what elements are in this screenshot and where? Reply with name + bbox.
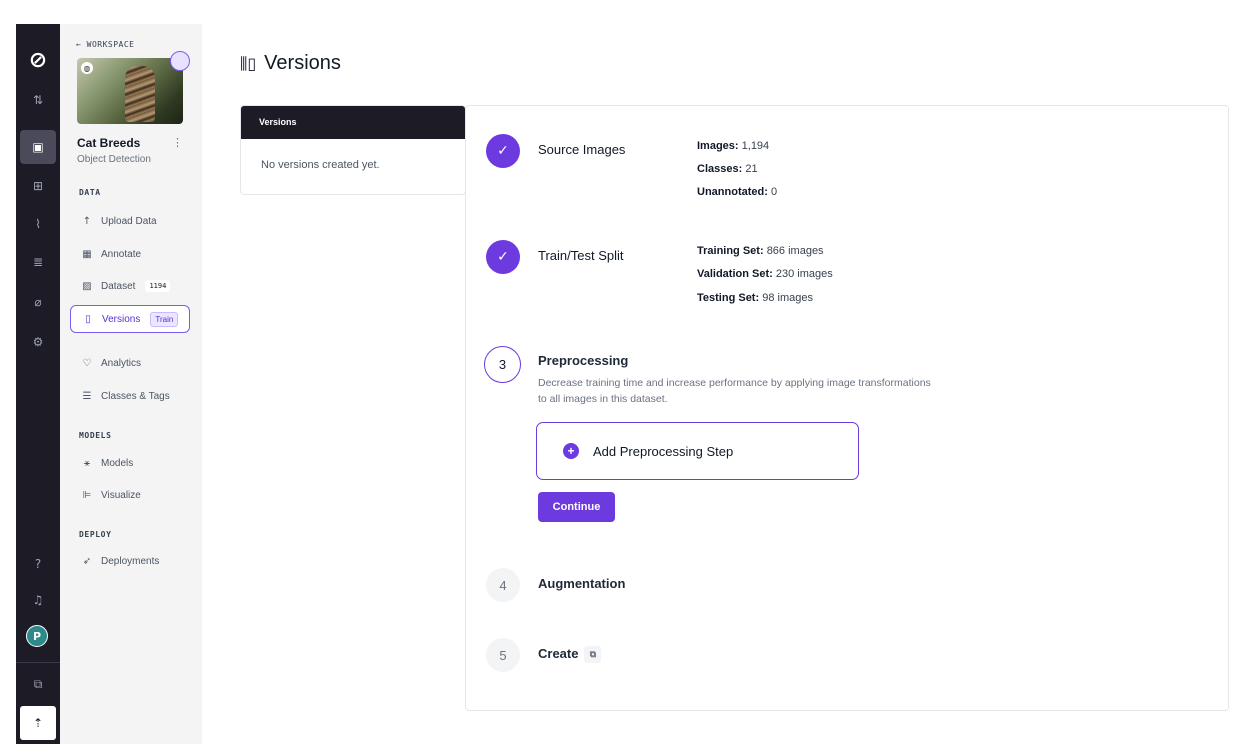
analytics-icon: ♡: [82, 357, 92, 369]
step-number-4: 4: [486, 568, 520, 602]
section-deploy: DEPLOY: [79, 530, 112, 539]
add-preprocessing-step-button[interactable]: + Add Preprocessing Step: [536, 422, 859, 480]
deployments-rail-icon[interactable]: ≣: [16, 248, 60, 276]
section-models: MODELS: [79, 431, 112, 440]
sidebar-item-classes[interactable]: ☰ Classes & Tags: [70, 382, 190, 410]
plus-icon: +: [563, 443, 579, 459]
continue-button[interactable]: Continue: [538, 492, 615, 522]
sort-icon[interactable]: ⇅: [16, 86, 60, 114]
sidebar-item-label: Annotate: [101, 248, 142, 260]
notifications-icon[interactable]: ♫: [16, 586, 60, 614]
versions-panel-header: Versions: [241, 106, 465, 139]
project-thumbnail[interactable]: ◍: [77, 58, 183, 124]
images-stat: Images: 1,194: [697, 140, 770, 152]
sidebar-item-label: Models: [101, 457, 134, 469]
step-create-title: Create ⧉: [538, 646, 602, 664]
models-icon: ⚹: [84, 457, 90, 469]
project-menu-icon[interactable]: ⋮: [172, 136, 183, 149]
projects-icon[interactable]: ▣: [20, 130, 56, 164]
workflows-icon[interactable]: ⊞: [16, 172, 60, 200]
sidebar-item-label: Visualize: [101, 489, 141, 501]
sidebar-item-visualize[interactable]: ⊫ Visualize: [70, 481, 190, 509]
monitoring-icon[interactable]: ⌇: [16, 210, 60, 238]
classes-stat: Classes: 21: [697, 163, 758, 175]
help-icon[interactable]: ?: [16, 550, 60, 578]
sidebar-item-label: Deployments: [101, 555, 160, 567]
page-title-text: Versions: [264, 52, 341, 74]
train-badge: Train: [150, 311, 179, 327]
dataset-count-badge: 1194: [145, 280, 171, 292]
step-complete-check-icon: ✓: [486, 134, 520, 168]
project-type: Object Detection: [77, 154, 151, 165]
step-number-3: 3: [484, 346, 521, 383]
sidebar-item-models[interactable]: ⚹ Models: [70, 449, 190, 477]
roboflow-logo-icon[interactable]: ⊘: [16, 46, 60, 74]
versions-empty-message: No versions created yet.: [261, 159, 380, 171]
sidebar-item-versions[interactable]: ▯ Versions Train: [70, 305, 190, 333]
list-icon: ☰: [82, 390, 92, 402]
progress-circle-icon: [170, 51, 190, 71]
workspace-back-link[interactable]: ← WORKSPACE: [76, 40, 134, 49]
page-title: ⫼▯ Versions: [240, 52, 341, 75]
versions-icon: ▯: [85, 313, 91, 325]
avatar[interactable]: P: [26, 625, 48, 647]
sidebar-item-label: Dataset: [101, 280, 136, 292]
universe-icon[interactable]: ⌀: [16, 288, 60, 316]
versions-title-icon: ⫼▯: [240, 53, 257, 73]
image-icon: ▨: [82, 280, 92, 292]
step-number-5: 5: [486, 638, 520, 672]
project-sidebar: ← WORKSPACE ◍ Cat Breeds ⋮ Object Detect…: [60, 24, 202, 744]
step-preprocessing-title: Preprocessing: [538, 353, 629, 368]
icon-rail: ⊘ ⇅ ▣ ⊞ ⌇ ≣ ⌀ ⚙ ? ♫ P ⧉ ⇡: [16, 24, 60, 744]
section-data: DATA: [79, 188, 101, 197]
sidebar-item-deployments[interactable]: ➶ Deployments: [70, 547, 190, 575]
sidebar-item-label: Versions: [102, 313, 141, 325]
step-split-title[interactable]: Train/Test Split: [538, 248, 624, 263]
step-complete-check-icon: ✓: [486, 240, 520, 274]
copy-icon: ⧉: [584, 646, 602, 664]
sidebar-item-label: Upload Data: [101, 215, 157, 227]
validation-set-stat: Validation Set: 230 images: [697, 268, 833, 280]
rail-divider: [16, 662, 60, 663]
rocket-icon: ➶: [82, 555, 92, 567]
cat-image: [125, 66, 155, 122]
testing-set-stat: Testing Set: 98 images: [697, 292, 813, 304]
sidebar-item-upload[interactable]: ↑ Upload Data: [70, 207, 190, 235]
annotate-icon: ▦: [82, 248, 92, 260]
project-name: Cat Breeds: [77, 136, 141, 150]
sidebar-item-label: Classes & Tags: [101, 390, 170, 402]
versions-list-panel: Versions No versions created yet.: [240, 105, 466, 195]
training-set-stat: Training Set: 866 images: [697, 245, 824, 257]
sidebar-item-analytics[interactable]: ♡ Analytics: [70, 349, 190, 377]
docs-icon[interactable]: ⧉: [16, 670, 60, 698]
add-preprocessing-label: Add Preprocessing Step: [593, 443, 734, 459]
globe-icon: ◍: [81, 62, 93, 74]
step-source-title[interactable]: Source Images: [538, 142, 625, 157]
preprocessing-description: Decrease training time and increase perf…: [538, 377, 931, 405]
visualize-icon: ⊫: [82, 489, 92, 501]
version-generator-card: ✓ Source Images Images: 1,194 Classes: 2…: [465, 105, 1229, 711]
sidebar-item-annotate[interactable]: ▦ Annotate: [70, 240, 190, 268]
upload-rail-icon[interactable]: ⇡: [20, 706, 56, 740]
step-augmentation-title: Augmentation: [538, 576, 626, 591]
settings-icon[interactable]: ⚙: [16, 328, 60, 356]
sidebar-item-dataset[interactable]: ▨ Dataset 1194: [70, 272, 190, 300]
sidebar-item-label: Analytics: [101, 357, 142, 369]
unannotated-stat: Unannotated: 0: [697, 186, 778, 198]
arrow-up-icon: ↑: [82, 215, 92, 227]
